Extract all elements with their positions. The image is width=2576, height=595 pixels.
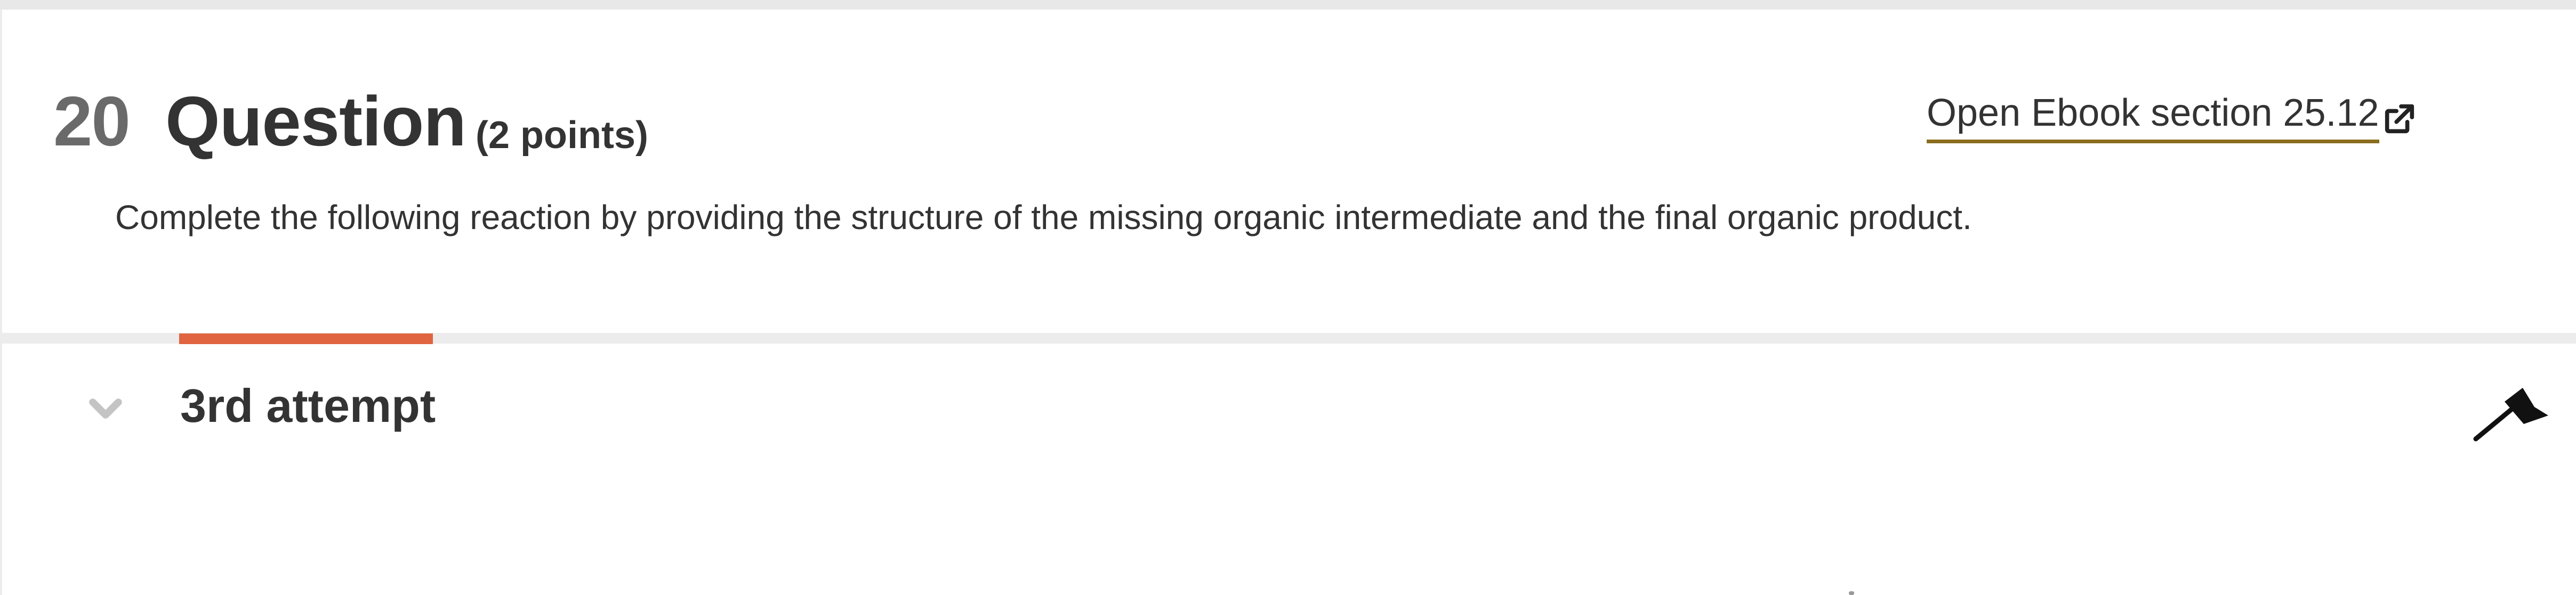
question-title: Question bbox=[165, 82, 466, 160]
question-card bbox=[2, 10, 2576, 333]
attempt-accent-bar bbox=[179, 333, 433, 344]
question-number: 20 bbox=[53, 82, 131, 160]
page-edge-mark bbox=[1849, 591, 1854, 595]
attempt-label[interactable]: 3rd attempt bbox=[180, 382, 436, 429]
top-divider bbox=[0, 0, 2576, 10]
flag-icon[interactable] bbox=[2472, 385, 2551, 443]
question-prompt: Complete the following reaction by provi… bbox=[115, 198, 1972, 237]
chevron-down-icon[interactable] bbox=[86, 394, 125, 426]
external-link-icon[interactable] bbox=[2381, 100, 2418, 137]
question-points: (2 points) bbox=[476, 114, 648, 157]
open-ebook-link[interactable]: Open Ebook section 25.12 bbox=[1927, 94, 2379, 143]
